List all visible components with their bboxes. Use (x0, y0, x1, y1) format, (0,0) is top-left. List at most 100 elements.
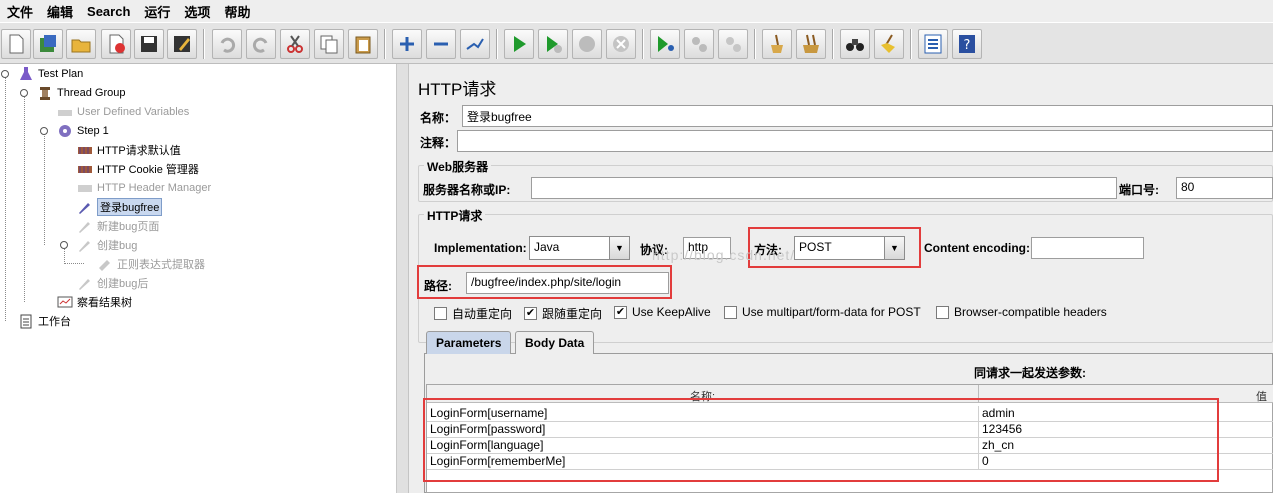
menu-run[interactable]: 运行 (137, 2, 177, 21)
extractor-icon (97, 256, 113, 272)
tree-node-http-defaults[interactable]: HTTP请求默认值 (77, 141, 181, 159)
server-field[interactable] (531, 177, 1117, 199)
menu-file[interactable]: 文件 (0, 2, 40, 21)
collapse-icon[interactable] (426, 29, 456, 59)
stop-icon[interactable] (572, 29, 602, 59)
port-field[interactable]: 80 (1176, 177, 1273, 199)
toolbar-separator (496, 29, 498, 59)
listener-icon (57, 294, 73, 310)
checkbox-label: Use multipart/form-data for POST (742, 305, 921, 319)
tree-label: 新建bug页面 (97, 221, 160, 233)
tree-label: Test Plan (38, 68, 84, 80)
tree-node-new-bug-page[interactable]: 新建bug页面 (77, 217, 159, 235)
browser-headers-checkbox[interactable]: Browser-compatible headers (936, 305, 1107, 319)
reset-search-icon[interactable] (874, 29, 904, 59)
checkmark-icon: ✔ (614, 305, 627, 319)
shutdown-icon[interactable] (606, 29, 636, 59)
start-no-timers-icon[interactable] (538, 29, 568, 59)
spool-icon (37, 85, 53, 101)
start-icon[interactable] (504, 29, 534, 59)
checkbox-box (936, 305, 949, 319)
tree-node-regex-extractor[interactable]: 正则表达式提取器 (97, 255, 205, 273)
tree-expand-handle[interactable] (60, 241, 68, 249)
menu-search[interactable]: Search (80, 4, 137, 19)
menu-help[interactable]: 帮助 (217, 2, 257, 21)
split-pane-divider[interactable] (397, 64, 409, 493)
pipette-icon (77, 218, 93, 234)
tree-node-header-manager[interactable]: HTTP Header Manager (77, 179, 211, 197)
checkbox-box (434, 307, 447, 320)
tree-expand-handle[interactable] (20, 89, 28, 97)
checkbox-label: 自动重定向 (452, 307, 513, 321)
menu-edit[interactable]: 编辑 (40, 2, 80, 21)
tree-node-user-vars[interactable]: User Defined Variables (57, 103, 189, 121)
clear-all-icon[interactable] (796, 29, 826, 59)
copy-icon[interactable] (314, 29, 344, 59)
toolbar: ? (0, 22, 1273, 64)
tree-node-workbench[interactable]: 工作台 (18, 312, 71, 330)
open-icon[interactable] (66, 29, 96, 59)
toolbar-separator (832, 29, 834, 59)
redo-icon[interactable] (246, 29, 276, 59)
tree-expand-handle[interactable] (40, 127, 48, 135)
cut-icon[interactable] (280, 29, 310, 59)
save-icon[interactable] (134, 29, 164, 59)
search-icon[interactable] (840, 29, 870, 59)
pipette-icon (77, 199, 93, 215)
tree-label: 创建bug后 (97, 278, 149, 290)
tree-label: 工作台 (38, 316, 71, 328)
tree-expand-handle[interactable] (1, 70, 9, 78)
remote-start-icon[interactable] (650, 29, 680, 59)
close-icon[interactable] (101, 29, 131, 59)
tree-node-test-plan[interactable]: Test Plan (18, 65, 83, 83)
save-as-icon[interactable] (167, 29, 197, 59)
tree-node-login-bugfree[interactable]: 登录bugfree (77, 198, 163, 216)
keepalive-checkbox[interactable]: ✔ Use KeepAlive (614, 305, 711, 319)
implementation-select[interactable]: Java ▼ (529, 236, 630, 260)
tree-node-cookie-manager[interactable]: HTTP Cookie 管理器 (77, 160, 199, 178)
paste-icon[interactable] (348, 29, 378, 59)
menu-options[interactable]: 选项 (177, 2, 217, 21)
new-icon[interactable] (1, 29, 31, 59)
name-field[interactable]: 登录bugfree (462, 105, 1273, 127)
follow-redirects-checkbox[interactable]: ✔ 跟随重定向 (524, 305, 602, 322)
content-encoding-field[interactable] (1031, 237, 1144, 259)
clear-icon[interactable] (762, 29, 792, 59)
pipette-icon (77, 237, 93, 253)
remote-stop-icon[interactable] (684, 29, 714, 59)
multipart-checkbox[interactable]: Use multipart/form-data for POST (724, 305, 921, 319)
function-helper-icon[interactable] (918, 29, 948, 59)
watermark: http://blog.csdn.net/ (652, 247, 796, 263)
checkbox-label: Browser-compatible headers (954, 305, 1107, 319)
config-icon (77, 161, 93, 177)
expand-icon[interactable] (392, 29, 422, 59)
tree-node-after-create-bug[interactable]: 创建bug后 (77, 274, 148, 292)
remote-exit-icon[interactable] (718, 29, 748, 59)
tree-node-step1[interactable]: Step 1 (57, 122, 109, 140)
templates-icon[interactable] (33, 29, 63, 59)
implementation-label: Implementation: (434, 241, 527, 255)
tree-label: HTTP请求默认值 (97, 145, 181, 157)
tree-node-results-tree[interactable]: 察看结果树 (57, 293, 132, 311)
panel-title: HTTP请求 (418, 80, 497, 99)
config-icon (77, 142, 93, 158)
comment-field[interactable] (457, 130, 1273, 152)
tab-parameters[interactable]: Parameters (426, 331, 512, 354)
tree-node-create-bug[interactable]: 创建bug (77, 236, 137, 254)
svg-text:?: ? (964, 38, 971, 53)
undo-icon[interactable] (212, 29, 242, 59)
params-caption: 同请求一起发送参数: (974, 366, 1086, 380)
tree-label: Step 1 (77, 125, 109, 137)
tree-guide-line (5, 73, 6, 321)
auto-redirect-checkbox[interactable]: 自动重定向 (434, 305, 512, 322)
toggle-icon[interactable] (460, 29, 490, 59)
menu-bar: 文件 编辑 Search 运行 选项 帮助 (0, 0, 1273, 22)
help-icon[interactable]: ? (952, 29, 982, 59)
tree-node-thread-group[interactable]: Thread Group (37, 84, 125, 102)
tree-label: 登录bugfree (97, 198, 163, 216)
tree-label: 察看结果树 (77, 297, 132, 309)
tab-body-data[interactable]: Body Data (515, 331, 595, 354)
tree-label: Thread Group (57, 87, 126, 99)
clipboard-icon (18, 313, 34, 329)
test-plan-tree: Test Plan Thread Group User Defined Vari… (0, 64, 397, 493)
